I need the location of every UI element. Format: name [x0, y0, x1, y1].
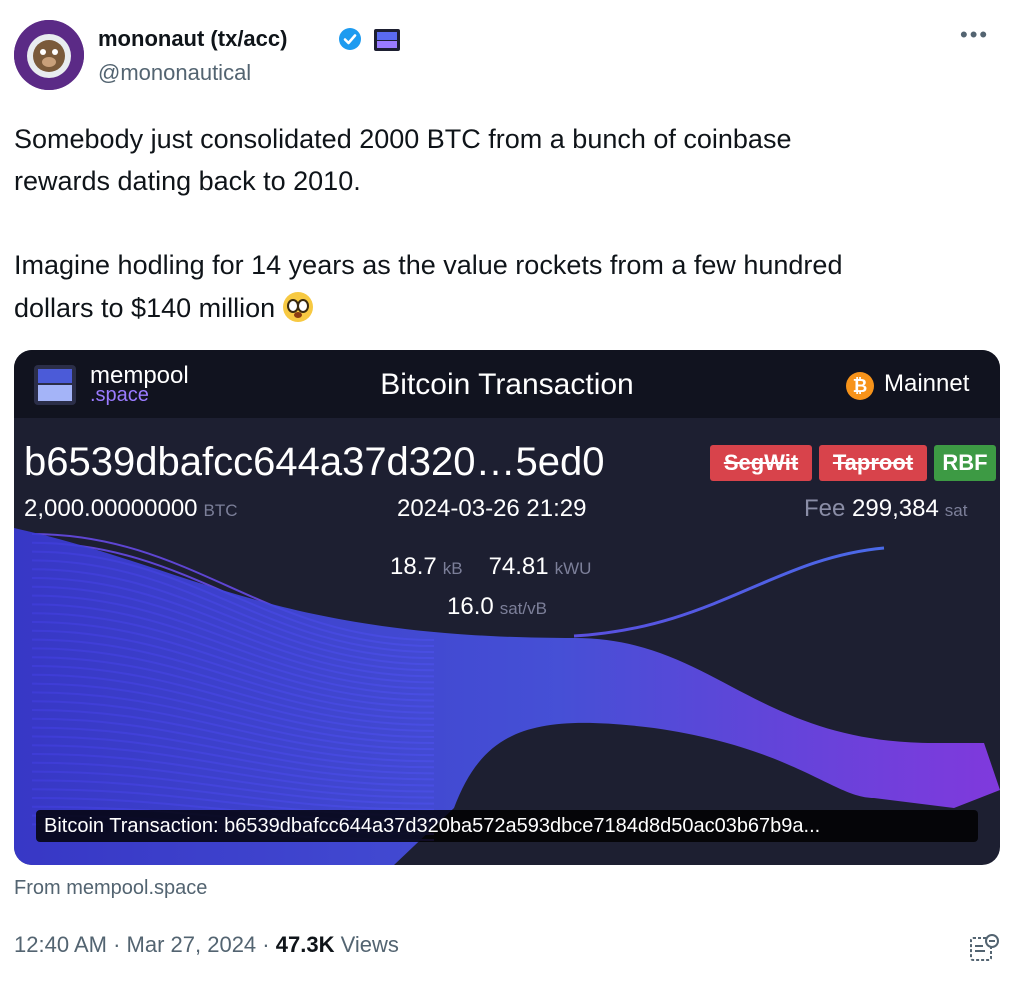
- transaction-date: 2024-03-26 21:29: [397, 495, 587, 522]
- views-label: Views: [340, 932, 399, 957]
- separator: ·: [262, 932, 270, 957]
- feerate-unit: sat/vB: [499, 599, 547, 618]
- amount-unit: BTC: [203, 501, 238, 520]
- mempool-logo-icon[interactable]: [374, 29, 400, 51]
- rbf-badge: RBF: [934, 445, 996, 481]
- size-unit: kB: [442, 559, 463, 578]
- bitcoin-icon: ₿: [846, 372, 874, 400]
- weight-value: 74.81: [488, 553, 549, 580]
- avatar[interactable]: [14, 20, 84, 90]
- tweet-text-line: rewards dating back to 2010.: [14, 166, 361, 196]
- tweet-time[interactable]: 12:40 AM: [14, 932, 107, 957]
- feerate-value: 16.0: [447, 593, 494, 620]
- tweet-text-line: Somebody just consolidated 2000 BTC from…: [14, 124, 792, 154]
- grok-analyze-icon[interactable]: [968, 932, 1000, 964]
- tx-size: 18.7 kB 74.81 kWU: [390, 553, 591, 581]
- tx-feerate: 16.0 sat/vB: [447, 593, 547, 621]
- separator: ·: [113, 932, 121, 957]
- fee-value: 299,384: [852, 495, 939, 522]
- fee-unit: sat: [944, 501, 968, 520]
- amount: 2,000.00000000 BTC: [24, 495, 238, 523]
- change-output-strand: [573, 546, 885, 638]
- weight-unit: kWU: [554, 559, 592, 578]
- flushed-face-emoji-icon: [283, 292, 314, 322]
- card-source-link[interactable]: From mempool.space: [14, 877, 207, 900]
- network-label: Mainnet: [884, 370, 970, 397]
- segwit-badge: SegWit: [710, 445, 812, 481]
- astronaut-monkey-avatar-icon: [14, 20, 84, 90]
- link-card[interactable]: mempool .space Bitcoin Transaction ₿ Mai…: [14, 350, 1000, 865]
- display-name[interactable]: mononaut (tx/acc): [98, 26, 287, 52]
- verified-badge-icon[interactable]: [338, 27, 362, 51]
- tweet-text-line-last: dollars to $140 million: [14, 292, 314, 324]
- tweet-meta: 12:40 AM · Mar 27, 2024 · 47.3K Views: [14, 932, 399, 958]
- transaction-id: b6539dbafcc644a37d320…5ed0: [24, 440, 605, 484]
- taproot-badge: Taproot: [819, 445, 927, 481]
- handle[interactable]: @mononautical: [98, 60, 251, 86]
- more-options-icon[interactable]: •••: [960, 22, 989, 48]
- amount-value: 2,000.00000000: [24, 495, 198, 522]
- fee-label: Fee: [804, 495, 846, 522]
- fee: Fee 299,384 sat: [804, 495, 967, 523]
- tweet-date[interactable]: Mar 27, 2024: [127, 932, 257, 957]
- tweet-text-line: Imagine hodling for 14 years as the valu…: [14, 250, 843, 280]
- views-count: 47.3K: [275, 932, 335, 957]
- size-value: 18.7: [390, 553, 437, 580]
- card-caption[interactable]: Bitcoin Transaction: b6539dbafcc644a37d3…: [44, 815, 820, 838]
- tweet-text: dollars to $140 million: [14, 293, 276, 323]
